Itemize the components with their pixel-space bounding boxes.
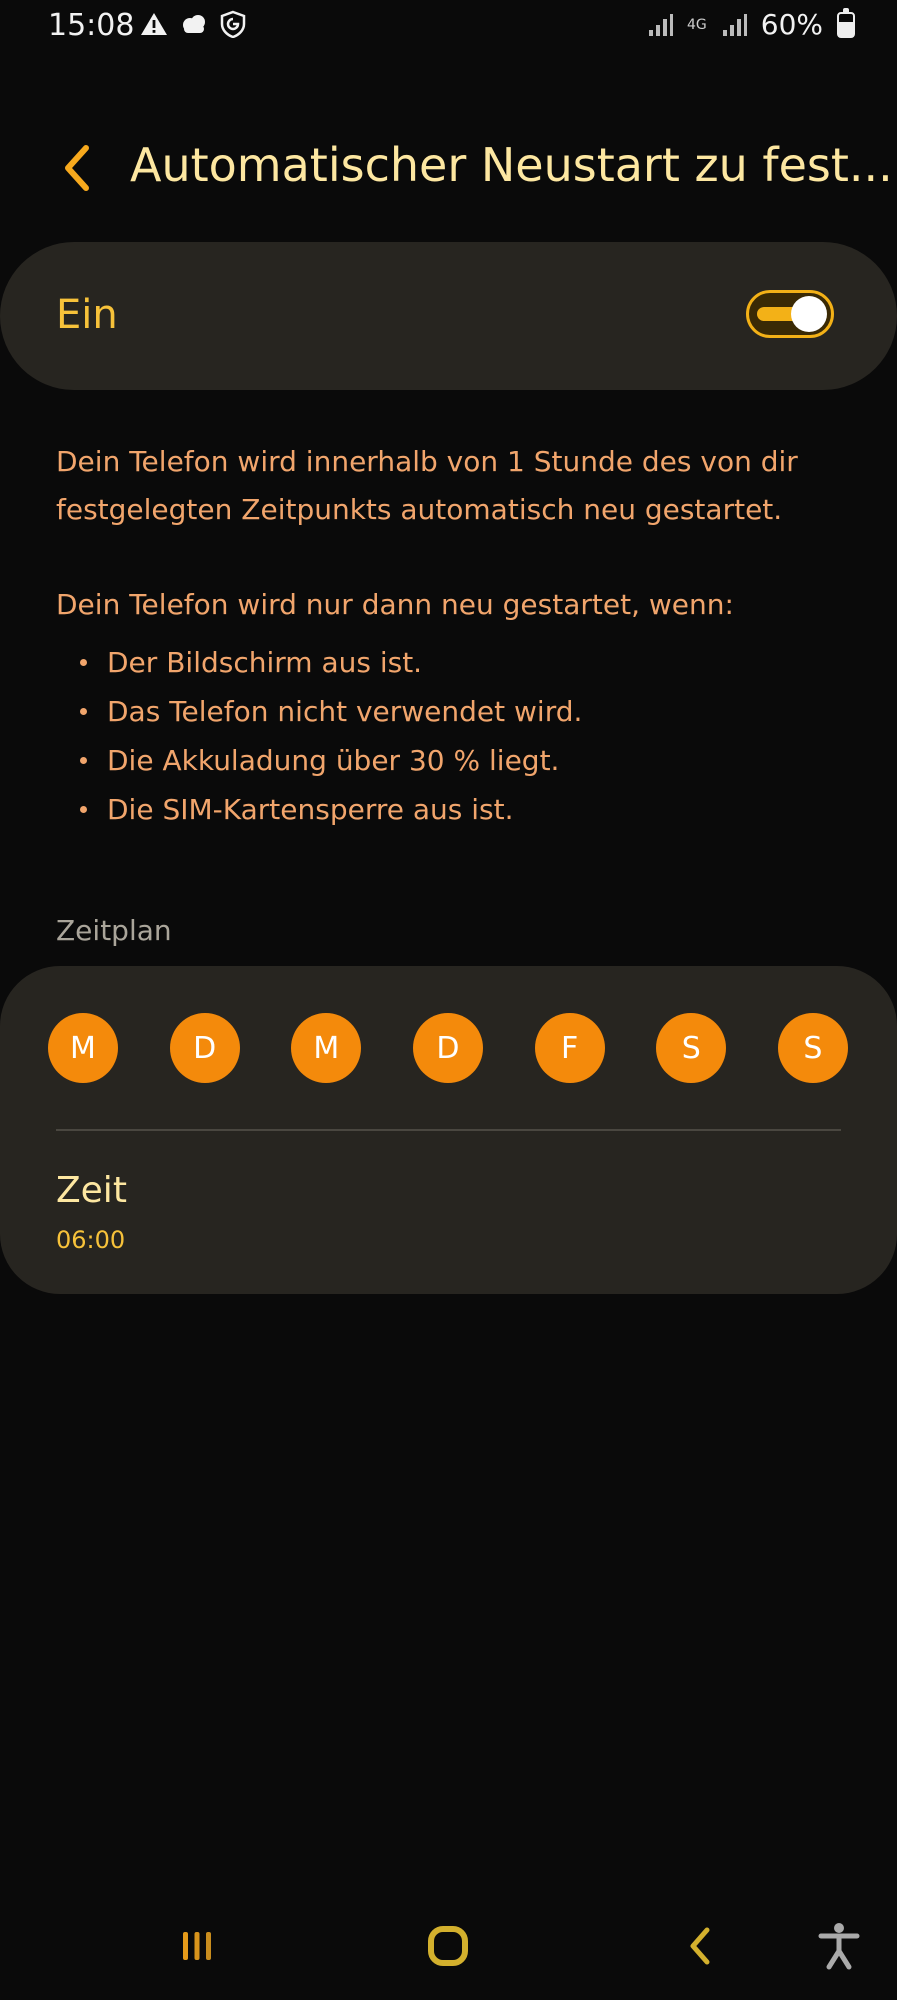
cloud-icon: [183, 15, 205, 33]
status-time: 15:08: [48, 8, 135, 43]
network-type: 4G: [687, 16, 707, 33]
main-toggle-switch[interactable]: [746, 290, 834, 338]
battery-percent: 60%: [760, 8, 823, 41]
conditions-list: Der Bildschirm aus ist. Das Telefon nich…: [80, 638, 582, 834]
nav-back-button[interactable]: [680, 1918, 720, 1974]
condition-item: Der Bildschirm aus ist.: [80, 638, 582, 687]
time-setting-value[interactable]: 06:00: [56, 1226, 125, 1254]
accessibility-button[interactable]: [812, 1918, 866, 1974]
day-toggle-friday[interactable]: F: [534, 1013, 605, 1083]
main-toggle-label: Ein: [56, 292, 118, 338]
signal-icon-2: [722, 13, 747, 36]
weekday-selector: M D M D F S S: [48, 1013, 848, 1083]
day-toggle-saturday[interactable]: S: [656, 1013, 727, 1083]
time-setting-label[interactable]: Zeit: [56, 1170, 127, 1211]
day-toggle-wednesday[interactable]: M: [291, 1013, 362, 1083]
home-icon: [428, 1926, 468, 1966]
condition-item: Die Akkuladung über 30 % liegt.: [80, 736, 582, 785]
schedule-section-label: Zeitplan: [56, 914, 172, 947]
switch-knob: [791, 296, 827, 332]
day-toggle-tuesday[interactable]: D: [169, 1013, 240, 1083]
accessibility-icon: [818, 1923, 860, 1970]
battery-icon: [837, 7, 855, 38]
status-right-group: 4G 60%: [647, 7, 855, 41]
day-toggle-monday[interactable]: M: [48, 1013, 118, 1083]
back-arrow-icon: [690, 1927, 710, 1965]
day-toggle-thursday[interactable]: D: [412, 1013, 483, 1083]
signal-icon: [649, 13, 673, 36]
status-notification-icons: [140, 10, 246, 38]
condition-item: Das Telefon nicht verwendet wird.: [80, 687, 582, 736]
recent-apps-icon: [183, 1932, 211, 1960]
description-paragraph-2: Dein Telefon wird nur dann neu gestartet…: [56, 588, 734, 621]
page-title: Automatischer Neustart zu fest...: [130, 138, 890, 192]
description-paragraph-1: Dein Telefon wird innerhalb von 1 Stunde…: [56, 445, 798, 526]
divider: [56, 1129, 841, 1131]
day-toggle-sunday[interactable]: S: [777, 1013, 848, 1083]
recent-apps-button[interactable]: [170, 1918, 224, 1974]
back-button[interactable]: [56, 140, 96, 196]
condition-item: Die SIM-Kartensperre aus ist.: [80, 785, 582, 834]
warning-icon: [141, 13, 167, 35]
shield-icon: [220, 10, 246, 38]
chevron-left-icon: [65, 145, 89, 191]
home-button[interactable]: [420, 1918, 476, 1974]
